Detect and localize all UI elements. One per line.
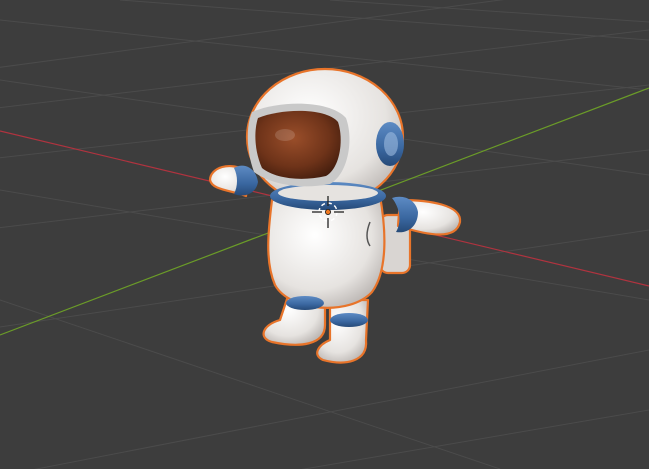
viewport-canvas[interactable] bbox=[0, 0, 649, 469]
left-leg-band bbox=[286, 296, 324, 310]
right-leg-band bbox=[330, 313, 368, 327]
3d-viewport[interactable] bbox=[0, 0, 649, 469]
object-origin-dot bbox=[324, 208, 331, 215]
astronaut-model[interactable] bbox=[208, 67, 462, 364]
helmet-visor bbox=[255, 110, 341, 179]
